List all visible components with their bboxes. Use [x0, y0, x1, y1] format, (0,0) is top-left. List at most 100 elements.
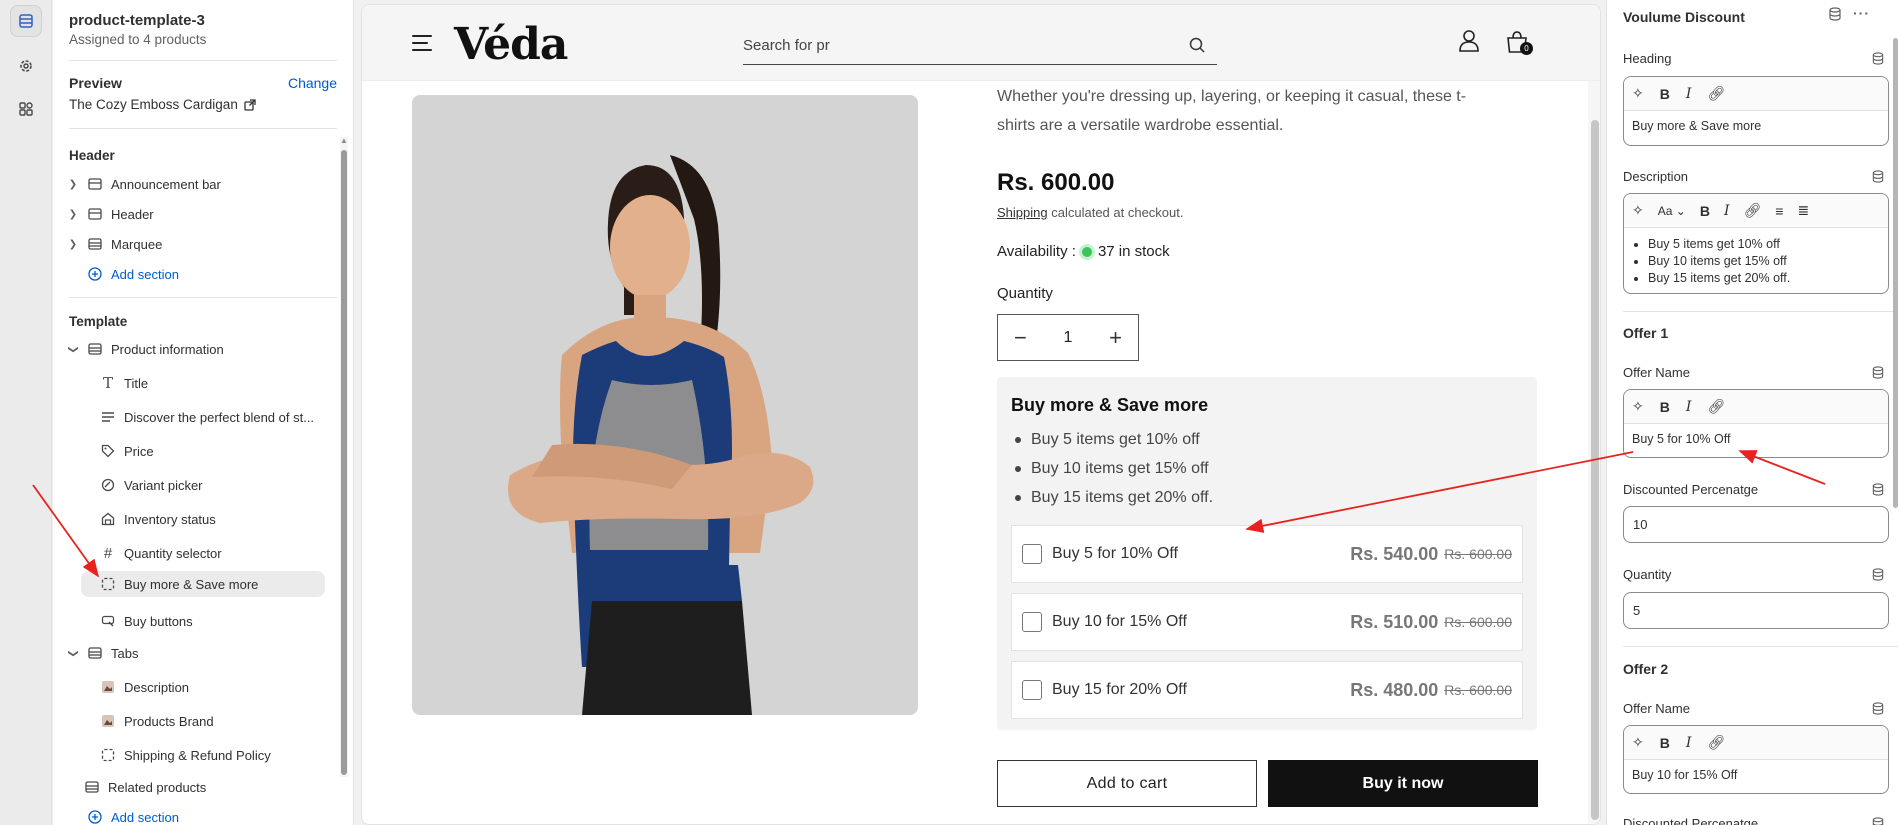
numbered-list-icon[interactable]: ≣: [1797, 202, 1809, 219]
link-icon[interactable]: 🔗︎: [1743, 202, 1761, 219]
quantity-input[interactable]: 5: [1623, 592, 1889, 629]
offer-1-name-editor[interactable]: ✧ B I 🔗︎ Buy 5 for 10% Off: [1623, 389, 1889, 458]
apps-icon[interactable]: [10, 93, 42, 125]
sections-icon[interactable]: [10, 5, 42, 37]
section-icon: [87, 236, 103, 252]
bold-icon[interactable]: B: [1660, 399, 1670, 415]
shipping-link[interactable]: Shipping: [997, 205, 1048, 220]
database-icon[interactable]: [1872, 702, 1884, 715]
offer-2-name-text[interactable]: Buy 10 for 15% Off: [1624, 760, 1888, 790]
storefront-scrollbar-thumb[interactable]: [1591, 120, 1599, 820]
menu-hamburger-icon[interactable]: [412, 35, 434, 51]
chevron-down-icon[interactable]: ❯: [68, 647, 79, 659]
bold-icon[interactable]: B: [1660, 86, 1670, 102]
block-variant-picker[interactable]: Variant picker: [100, 472, 203, 498]
ai-sparkle-icon[interactable]: ✧: [1632, 202, 1644, 219]
section-marquee[interactable]: ❯ Marquee: [67, 231, 163, 257]
store-logo[interactable]: Véda: [454, 19, 568, 70]
chevron-right-icon[interactable]: ❯: [67, 209, 79, 220]
section-product-information[interactable]: ❯ Product information: [67, 336, 224, 362]
offer-2-name-editor[interactable]: ✧ B I 🔗︎ Buy 10 for 15% Off: [1623, 725, 1889, 794]
add-to-cart-button[interactable]: Add to cart: [997, 760, 1257, 807]
block-inventory-status[interactable]: Inventory status: [100, 506, 216, 532]
ai-sparkle-icon[interactable]: ✧: [1632, 398, 1644, 415]
minus-icon[interactable]: −: [1014, 326, 1027, 349]
list-item: Buy 10 items get 15% off: [1648, 253, 1880, 270]
link-icon[interactable]: 🔗︎: [1707, 85, 1725, 102]
database-icon[interactable]: [1872, 568, 1884, 581]
offer-price: Rs. 510.00: [1350, 611, 1439, 632]
plus-circle-icon: [87, 266, 103, 282]
add-section-button[interactable]: Add section: [87, 261, 179, 287]
discount-percentage-input[interactable]: 10: [1623, 506, 1889, 543]
search-input[interactable]: [743, 37, 1173, 54]
settings-gear-icon[interactable]: [10, 50, 42, 82]
block-description-text[interactable]: Discover the perfect blend of st...: [100, 404, 314, 430]
link-icon[interactable]: 🔗︎: [1707, 734, 1725, 751]
font-style-dropdown[interactable]: Aa ⌄: [1658, 204, 1686, 218]
availability: Availability : 37 in stock: [997, 243, 1170, 260]
bullet-list-icon[interactable]: ≡: [1775, 203, 1783, 219]
block-tab-shipping-refund[interactable]: Shipping & Refund Policy: [100, 742, 271, 768]
block-quantity-selector[interactable]: # Quantity selector: [100, 540, 222, 566]
ai-sparkle-icon[interactable]: ✧: [1632, 85, 1644, 102]
italic-icon[interactable]: I: [1686, 735, 1692, 751]
settings-scrollbar-thumb[interactable]: [1893, 38, 1898, 508]
italic-icon[interactable]: I: [1686, 399, 1692, 415]
search-bar[interactable]: [743, 27, 1217, 65]
chevron-down-icon[interactable]: ❯: [68, 343, 79, 355]
section-announcement-bar[interactable]: ❯ Announcement bar: [67, 171, 221, 197]
description-editor[interactable]: ✧ Aa ⌄ B I 🔗︎ ≡ ≣ Buy 5 items get 10% of…: [1623, 193, 1889, 294]
block-buy-buttons[interactable]: Buy buttons: [100, 608, 193, 634]
offer-checkbox[interactable]: [1022, 612, 1042, 632]
block-price[interactable]: Price: [100, 438, 154, 464]
heading-editor[interactable]: ✧ B I 🔗︎ Buy more & Save more: [1623, 76, 1889, 146]
bold-icon[interactable]: B: [1660, 735, 1670, 751]
italic-icon[interactable]: I: [1724, 203, 1730, 219]
header-group-title: Header: [69, 148, 115, 163]
ai-sparkle-icon[interactable]: ✧: [1632, 734, 1644, 751]
offer-checkbox[interactable]: [1022, 544, 1042, 564]
scroll-up-arrow-icon[interactable]: ▲: [340, 136, 348, 146]
offer-option[interactable]: Buy 15 for 20% Off Rs. 480.00 Rs. 600.00: [1011, 661, 1523, 719]
preview-product[interactable]: The Cozy Emboss Cardigan: [69, 97, 256, 112]
italic-icon[interactable]: I: [1686, 86, 1692, 102]
database-icon[interactable]: [1829, 7, 1841, 21]
section-header[interactable]: ❯ Header: [67, 201, 154, 227]
change-preview-link[interactable]: Change: [288, 75, 337, 91]
offer-name: Buy 15 for 20% Off: [1052, 681, 1187, 698]
block-tab-description[interactable]: Description: [100, 674, 189, 700]
bold-icon[interactable]: B: [1700, 203, 1710, 219]
offer-1-name-text[interactable]: Buy 5 for 10% Off: [1624, 424, 1888, 454]
more-options-icon[interactable]: ···: [1853, 6, 1870, 21]
cart-button[interactable]: 0: [1506, 30, 1533, 59]
block-label: Price: [124, 443, 154, 459]
offer-option[interactable]: Buy 5 for 10% Off Rs. 540.00 Rs. 600.00: [1011, 525, 1523, 583]
database-icon[interactable]: [1872, 817, 1884, 825]
database-icon[interactable]: [1872, 170, 1884, 183]
sections-scrollbar-thumb[interactable]: [341, 150, 347, 775]
plus-icon[interactable]: +: [1109, 326, 1122, 349]
search-icon[interactable]: [1189, 37, 1205, 53]
offer-option[interactable]: Buy 10 for 15% Off Rs. 510.00 Rs. 600.00: [1011, 593, 1523, 651]
database-icon[interactable]: [1872, 366, 1884, 379]
product-image[interactable]: [412, 95, 918, 715]
chevron-right-icon[interactable]: ❯: [67, 239, 79, 250]
stock-count: 37 in stock: [1097, 243, 1170, 260]
block-title[interactable]: T Title: [100, 370, 148, 396]
block-tab-products-brand[interactable]: Products Brand: [100, 708, 214, 734]
account-icon[interactable]: [1459, 30, 1479, 52]
section-tabs[interactable]: ❯ Tabs: [67, 640, 139, 666]
database-icon[interactable]: [1872, 52, 1884, 65]
description-text[interactable]: Buy 5 items get 10% off Buy 10 items get…: [1624, 228, 1888, 293]
offer-checkbox[interactable]: [1022, 680, 1042, 700]
heading-text[interactable]: Buy more & Save more: [1624, 111, 1888, 141]
chevron-right-icon[interactable]: ❯: [67, 179, 79, 190]
add-section-button[interactable]: Add section: [87, 804, 179, 825]
database-icon[interactable]: [1872, 483, 1884, 496]
section-related-products[interactable]: Related products: [84, 774, 206, 800]
quantity-value[interactable]: 1: [1064, 329, 1073, 347]
link-icon[interactable]: 🔗︎: [1707, 398, 1725, 415]
buy-it-now-button[interactable]: Buy it now: [1268, 760, 1538, 807]
block-buy-more-save-more[interactable]: Buy more & Save more: [81, 571, 325, 597]
